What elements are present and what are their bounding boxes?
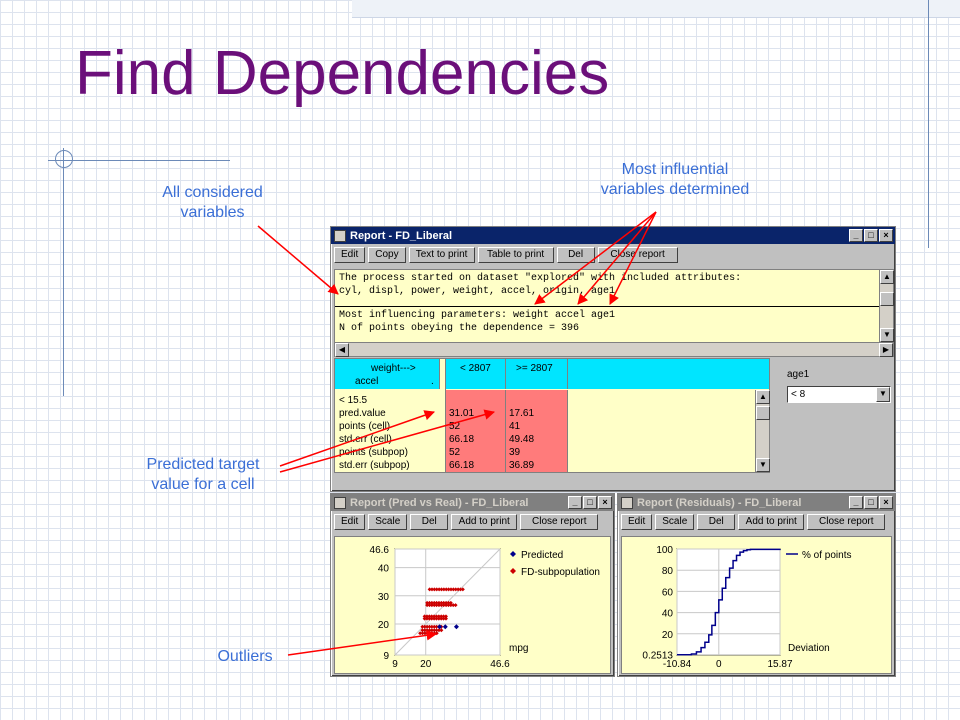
arrow-influential-weight [534, 211, 657, 305]
arrow-all-variables [257, 225, 339, 295]
arrow-predicted-a [279, 410, 435, 467]
arrow-predicted-b [279, 409, 496, 473]
callout-arrows [257, 211, 657, 656]
arrow-outliers [287, 630, 438, 656]
